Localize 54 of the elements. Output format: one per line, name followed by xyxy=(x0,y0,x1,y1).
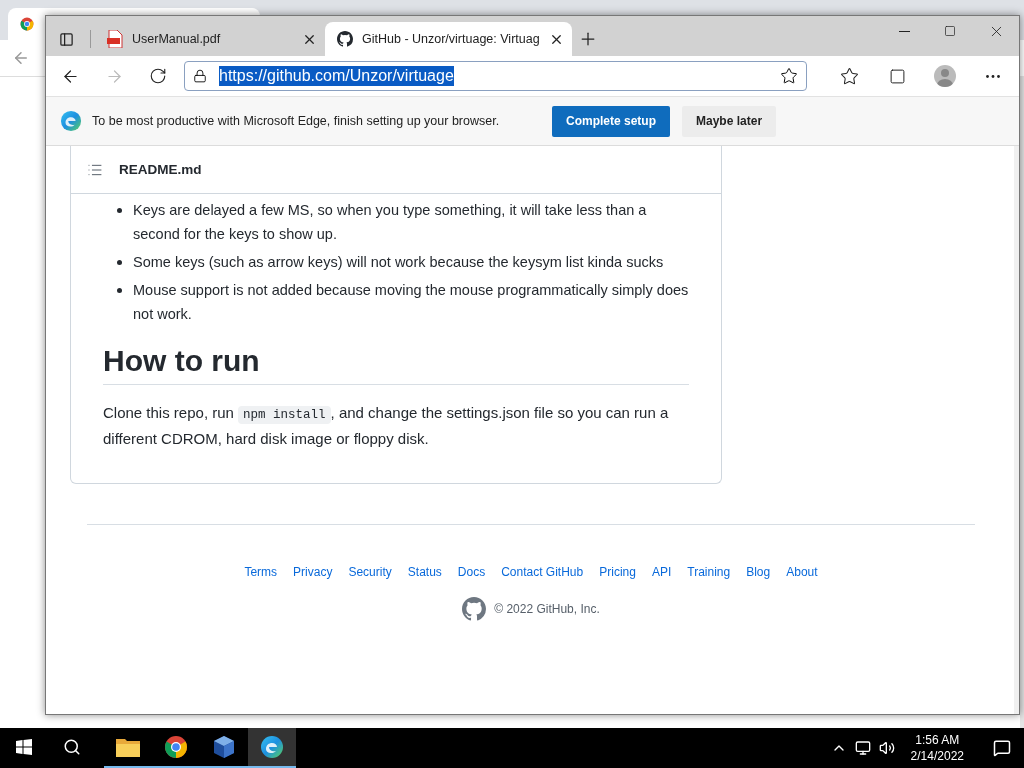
footer-link[interactable]: Pricing xyxy=(599,565,636,579)
star-icon xyxy=(839,66,859,86)
collections-icon xyxy=(888,67,906,85)
edge-logo-icon xyxy=(60,110,82,132)
notification-icon xyxy=(993,739,1011,757)
chrome-logo-icon xyxy=(20,17,34,31)
chrome-logo-icon xyxy=(164,735,188,759)
bullet-item: Some keys (such as arrow keys) will not work because the keysym list kinda sucks xyxy=(133,253,664,272)
taskbar-app[interactable] xyxy=(248,728,296,768)
maybe-later-button[interactable]: Maybe later xyxy=(682,105,777,137)
avatar-icon xyxy=(934,65,956,87)
github-icon xyxy=(337,31,353,47)
footer-link[interactable]: Security xyxy=(348,565,392,579)
bullet-dot xyxy=(117,288,122,293)
footer-link[interactable]: API xyxy=(651,565,672,579)
panel-icon xyxy=(58,31,74,47)
network-icon[interactable] xyxy=(854,740,871,756)
more-icon xyxy=(986,74,1000,78)
browser-tab[interactable]: UserManual.pdf xyxy=(95,22,325,56)
footer-link[interactable]: Training xyxy=(687,565,731,579)
paragraph: Clone this repo, run npm install , and change the settings.json file so you can run a different CDROM, hard disk image or floppy disk. xyxy=(103,403,670,449)
footer-link[interactable]: Privacy xyxy=(293,565,333,579)
search-icon xyxy=(63,738,81,756)
complete-setup-button[interactable]: Complete setup xyxy=(552,105,670,137)
add-favorite-icon[interactable] xyxy=(780,67,798,85)
bullet-dot xyxy=(117,260,122,265)
footer-link[interactable]: Docs xyxy=(457,565,486,579)
footer-link[interactable]: Status xyxy=(407,565,442,579)
bullet-item: Keys are delayed a few MS, so when you type something, it will take less than a second for the keys to show up. xyxy=(133,201,648,244)
github-icon xyxy=(462,597,487,621)
cube-icon xyxy=(212,735,236,759)
address-field[interactable]: https://github.com/Unzor/virtuage xyxy=(184,61,807,91)
volume-icon[interactable] xyxy=(878,740,895,756)
bullet-item: Mouse support is not added because moving the mouse programmatically simply does not work. xyxy=(133,281,689,324)
refresh-icon xyxy=(149,67,167,85)
footer-link[interactable]: About xyxy=(786,565,818,579)
windows-logo-icon xyxy=(16,739,32,755)
folder-icon xyxy=(116,737,140,757)
pdf-file-icon xyxy=(107,30,123,48)
lock-icon xyxy=(193,69,207,83)
footer-link[interactable]: Contact GitHub xyxy=(501,565,584,579)
section-heading: How to run xyxy=(103,344,689,385)
edge-logo-icon xyxy=(260,735,284,759)
setup-message: To be most productive with Microsoft Edge, finish setting up your browser. xyxy=(92,114,501,128)
clock[interactable]: 1:56 AM 2/14/2022 xyxy=(902,732,972,764)
minimize-icon xyxy=(898,30,910,32)
footer-link[interactable]: Terms xyxy=(244,565,278,579)
readme-title: README.md xyxy=(119,162,202,177)
footer-link[interactable]: Blog xyxy=(746,565,771,579)
back-icon[interactable] xyxy=(12,49,30,67)
bullet-dot xyxy=(117,208,122,213)
copyright-text: © 2022 GitHub, Inc. xyxy=(494,602,600,616)
maximize-icon xyxy=(944,25,956,37)
browser-tab[interactable]: GitHub - Unzor/virtuage: Virtuag xyxy=(325,22,572,56)
